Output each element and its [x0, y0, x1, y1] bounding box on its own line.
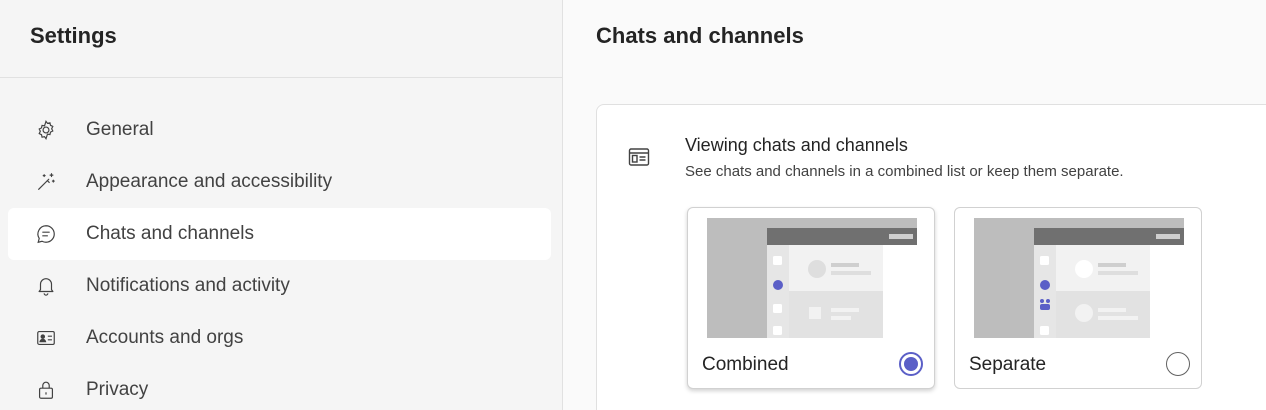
window-list-icon [627, 145, 651, 169]
settings-content: Chats and channels Viewing chats and cha… [564, 0, 1266, 410]
combined-radio[interactable] [899, 352, 923, 376]
magic-wand-icon [34, 170, 58, 194]
gear-icon [34, 118, 58, 142]
sidebar-item-notifications[interactable]: Notifications and activity [8, 260, 551, 312]
sidebar-item-accounts[interactable]: Accounts and orgs [8, 312, 551, 364]
combined-preview-illustration [707, 218, 917, 338]
sidebar-item-appearance[interactable]: Appearance and accessibility [8, 156, 551, 208]
viewing-chats-card: Viewing chats and channels See chats and… [596, 104, 1266, 410]
sidebar-item-privacy[interactable]: Privacy [8, 364, 551, 410]
combined-label: Combined [702, 354, 789, 375]
lock-icon [34, 378, 58, 402]
separate-label: Separate [969, 354, 1047, 375]
separate-preview-illustration [974, 218, 1184, 338]
sidebar-item-general[interactable]: General [8, 104, 551, 156]
separate-radio[interactable] [1166, 352, 1190, 376]
settings-sidebar: Settings General Appearance and accessib… [0, 0, 563, 410]
page-title: Chats and channels [596, 23, 804, 48]
separate-option[interactable]: Separate [954, 207, 1202, 389]
sidebar-item-label: Chats and channels [86, 223, 254, 244]
content-header: Chats and channels [564, 0, 1266, 78]
sidebar-item-label: Privacy [86, 379, 149, 400]
bell-icon [34, 274, 58, 298]
sidebar-item-label: Notifications and activity [86, 275, 290, 296]
sidebar-item-chats-and-channels[interactable]: Chats and channels [8, 208, 551, 260]
settings-nav: General Appearance and accessibility Cha… [0, 104, 563, 410]
sidebar-header: Settings [0, 0, 562, 78]
sidebar-item-label: Appearance and accessibility [86, 171, 333, 192]
sidebar-item-label: General [86, 119, 154, 140]
contact-card-icon [34, 326, 58, 350]
chat-bubble-icon [34, 222, 58, 246]
sidebar-title: Settings [30, 23, 117, 48]
section-description: See chats and channels in a combined lis… [685, 163, 1124, 180]
section-title: Viewing chats and channels [685, 135, 908, 155]
combined-option[interactable]: Combined [687, 207, 935, 389]
sidebar-item-label: Accounts and orgs [86, 327, 244, 348]
